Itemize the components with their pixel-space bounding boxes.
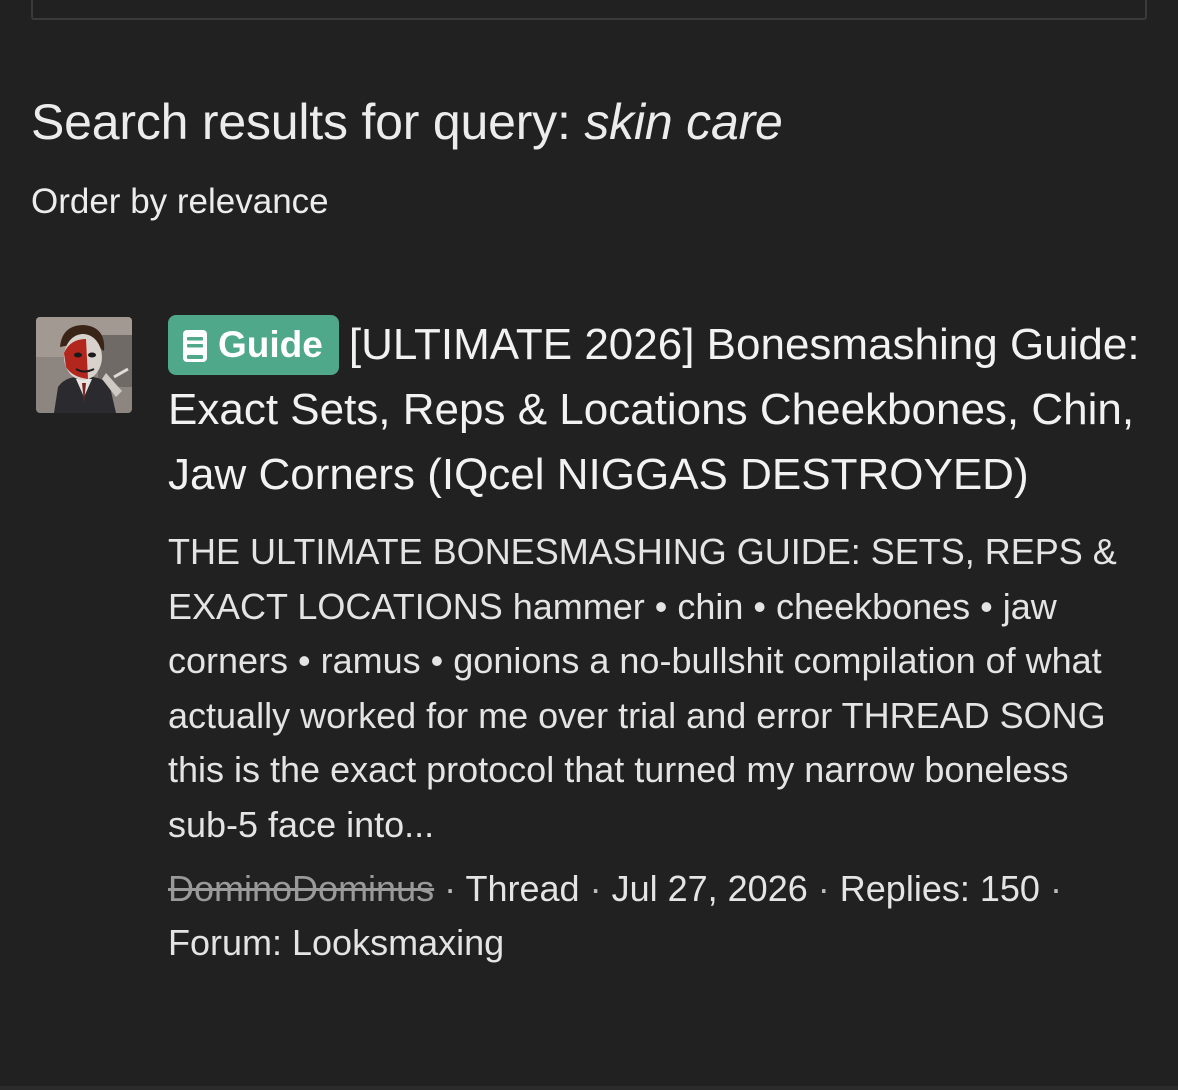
meta-separator: · [1049, 868, 1062, 909]
meta-separator: · [817, 868, 830, 909]
guide-prefix-text: Guide [218, 324, 323, 365]
result-type: Thread [465, 868, 580, 909]
user-avatar[interactable] [36, 317, 132, 413]
author-link[interactable]: DominoDominus [168, 868, 434, 909]
result-title-link[interactable]: Guide [ULTIMATE 2026] Bonesmashing Guide:… [168, 312, 1143, 507]
bottom-divider [0, 1086, 1178, 1090]
meta-separator: · [444, 868, 457, 909]
guide-prefix-label[interactable]: Guide [168, 315, 339, 375]
previous-block-frame [31, 0, 1147, 20]
order-by-link[interactable]: Order by relevance [31, 180, 329, 224]
result-snippet: THE ULTIMATE BONESMASHING GUIDE: SETS, R… [168, 531, 1117, 845]
result-forum-link[interactable]: Forum: Looksmaxing [168, 922, 504, 963]
search-query: skin care [584, 94, 783, 150]
search-heading-prefix: Search results for query: [31, 94, 585, 150]
result-replies: Replies: 150 [839, 868, 1040, 909]
meta-separator: · [589, 868, 602, 909]
search-results-heading: Search results for query: skin care [31, 90, 783, 154]
result-meta: DominoDominus · Thread · Jul 27, 2026 · … [168, 862, 1143, 970]
avatar-image [36, 317, 132, 413]
book-icon [183, 330, 207, 362]
result-date: Jul 27, 2026 [611, 868, 808, 909]
search-result-body: Guide [ULTIMATE 2026] Bonesmashing Guide:… [168, 312, 1143, 970]
